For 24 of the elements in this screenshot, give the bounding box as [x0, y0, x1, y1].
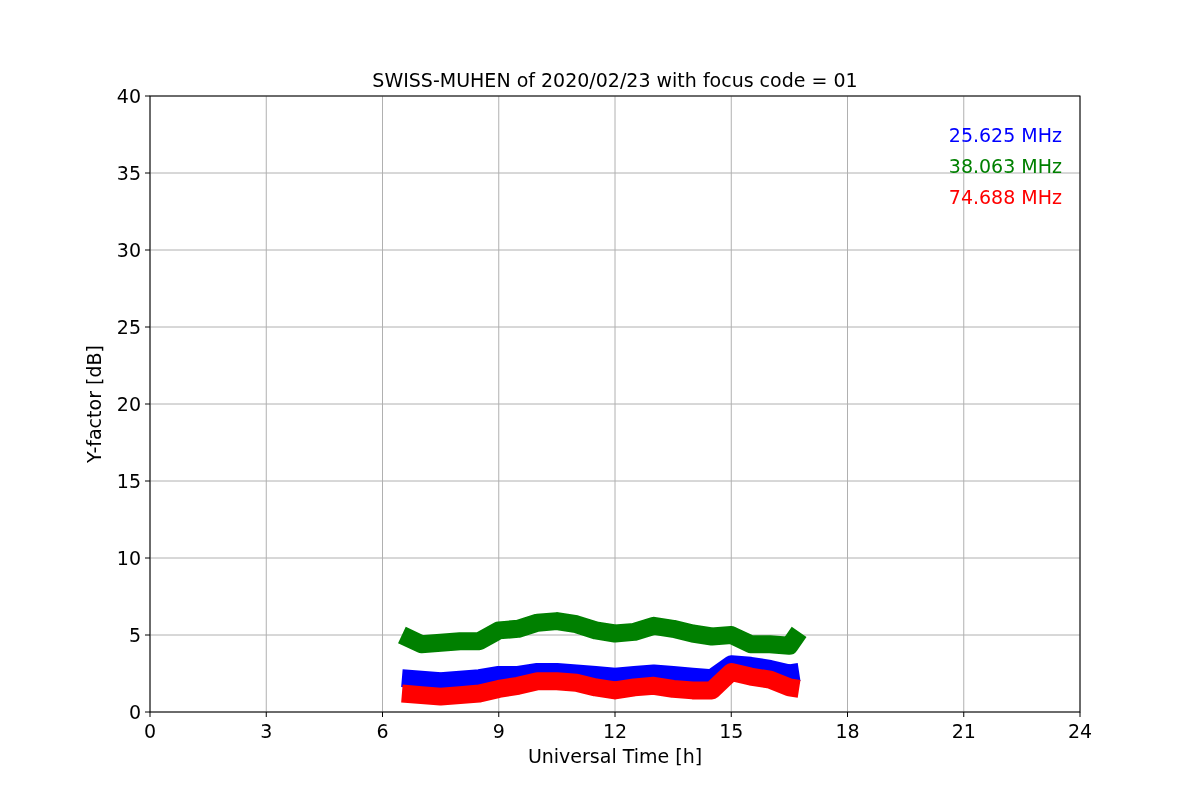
tick-label: 25	[116, 316, 141, 338]
tick-label: 9	[492, 720, 505, 742]
tick-label: 18	[835, 720, 860, 742]
axis-label: Universal Time [h]	[527, 745, 703, 767]
tick-label: 0	[128, 701, 141, 723]
tick-label: 40	[116, 85, 141, 107]
tick-label: 21	[951, 720, 976, 742]
tick-label: 30	[116, 239, 141, 261]
tick-label: 35	[116, 162, 141, 184]
legend-entry: 25.625 MHz	[948, 124, 1062, 146]
tick-label: 0	[143, 720, 157, 742]
tick-label: 10	[116, 547, 141, 569]
tick-label: 20	[116, 393, 141, 415]
tick-label: 6	[376, 720, 389, 742]
tick-label: 5	[128, 624, 141, 646]
axis-label: Y-factor [dB]	[83, 345, 105, 463]
tick-label: 15	[116, 470, 141, 492]
chart-title: SWISS-MUHEN of 2020/02/23 with focus code = 01	[372, 69, 858, 91]
tick-label: 15	[719, 720, 744, 742]
tick-label: 24	[1067, 720, 1093, 742]
legend-entry: 38.063 MHz	[948, 155, 1062, 177]
tick-label: 3	[260, 720, 273, 742]
legend-entry: 74.688 MHz	[948, 186, 1062, 208]
tick-label: 12	[602, 720, 628, 742]
